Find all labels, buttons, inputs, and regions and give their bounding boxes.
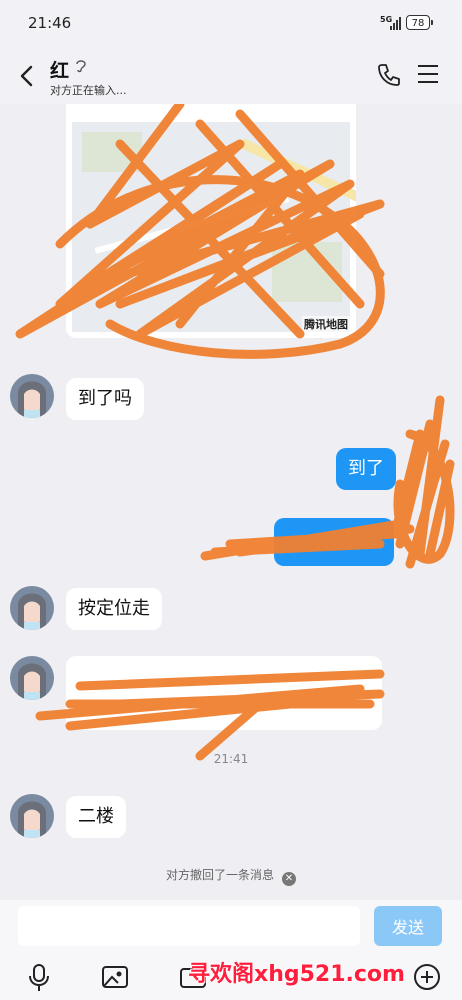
phone-icon bbox=[378, 64, 400, 86]
map-provider-label: 腾讯地图 bbox=[302, 316, 350, 332]
avatar[interactable] bbox=[10, 374, 54, 418]
status-bar: 21:46 5G 78 bbox=[0, 0, 462, 50]
message-list[interactable]: 腾讯地图 到了吗 到了 按定位走 21:41 二楼 对方撤回了一条消息 ✕ bbox=[0, 104, 462, 900]
ear-icon bbox=[74, 58, 88, 78]
watermark: 寻欢阁xhg521.com bbox=[188, 962, 405, 987]
location-card[interactable]: 腾讯地图 bbox=[66, 104, 356, 338]
send-button[interactable]: 发送 bbox=[374, 906, 442, 946]
avatar[interactable] bbox=[10, 794, 54, 838]
image-icon bbox=[102, 966, 128, 988]
microphone-icon bbox=[29, 964, 49, 991]
battery-icon: 78 bbox=[406, 15, 433, 30]
chat-header: 红 对方正在输入... bbox=[0, 50, 462, 104]
call-button[interactable] bbox=[376, 62, 402, 88]
message-input[interactable] bbox=[18, 906, 360, 946]
message-bubble-sent[interactable]: 到了 bbox=[336, 448, 396, 490]
contact-name[interactable]: 红 bbox=[50, 56, 69, 83]
close-icon[interactable]: ✕ bbox=[282, 872, 296, 886]
plus-circle-icon bbox=[414, 964, 440, 990]
photo-button[interactable] bbox=[100, 962, 130, 992]
message-timestamp: 21:41 bbox=[213, 752, 249, 766]
signal-icon bbox=[390, 16, 404, 30]
status-time: 21:46 bbox=[28, 14, 72, 32]
avatar[interactable] bbox=[10, 656, 54, 700]
back-button[interactable] bbox=[14, 62, 42, 90]
chevron-left-icon bbox=[20, 65, 33, 87]
menu-button[interactable] bbox=[418, 64, 440, 84]
typing-status: 对方正在输入... bbox=[50, 84, 127, 97]
message-bubble-received[interactable]: 二楼 bbox=[66, 796, 126, 838]
avatar[interactable] bbox=[10, 586, 54, 630]
message-bubble-received[interactable] bbox=[66, 656, 382, 730]
recall-notice-text: 对方撤回了一条消息 bbox=[165, 868, 274, 882]
map-image bbox=[72, 122, 356, 332]
voice-button[interactable] bbox=[24, 962, 54, 992]
recall-notice: 对方撤回了一条消息 ✕ bbox=[0, 866, 462, 886]
message-bubble-received[interactable]: 按定位走 bbox=[66, 588, 162, 630]
message-bubble-sent[interactable] bbox=[274, 518, 394, 566]
more-button[interactable] bbox=[412, 962, 442, 992]
message-bubble-received[interactable]: 到了吗 bbox=[66, 378, 144, 420]
